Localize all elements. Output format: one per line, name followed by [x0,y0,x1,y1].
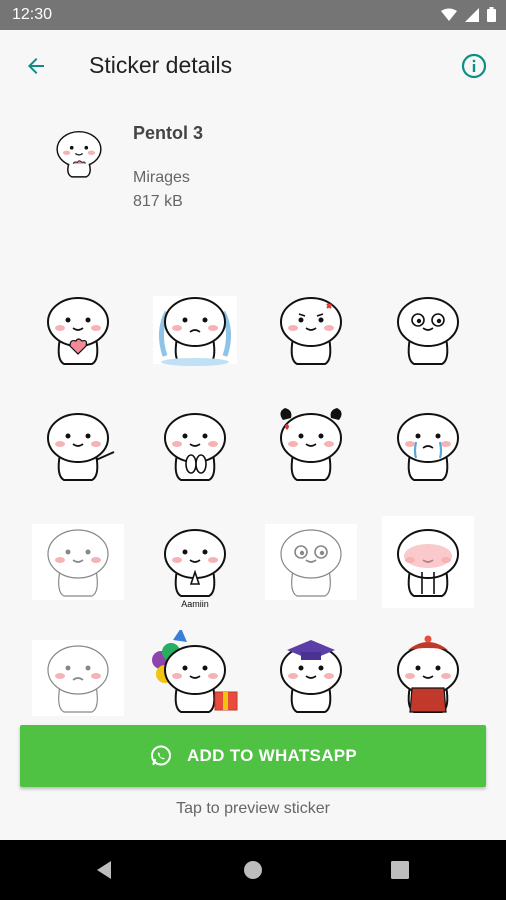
nav-recents-icon [391,861,409,879]
sticker-heart-hug [47,297,110,365]
sticker-crying-fountain [152,296,237,366]
sticker-blushing-big [381,516,474,608]
sticker-chinese-new-year [396,635,459,713]
pack-tray-icon [56,130,102,178]
info-button[interactable] [456,48,492,84]
page-title: Sticker details [89,52,233,78]
sticker-cell[interactable] [20,623,137,733]
sticker-angry-vein [280,297,343,365]
sticker-pigtails-heart [280,408,343,481]
sticker-graduation [280,640,343,713]
sticker-cell[interactable] [370,391,487,501]
sticker-cell[interactable] [20,507,137,617]
nav-home-icon [244,861,262,879]
sticker-cell[interactable] [370,507,487,617]
sticker-cell[interactable] [253,275,370,385]
signal-icon [465,7,479,22]
add-to-whatsapp-button[interactable]: ADD TO WHATSAPP [20,725,486,787]
nav-home-button[interactable] [239,856,267,884]
sticker-shocked [396,297,459,365]
nav-recents-button[interactable] [386,856,414,884]
sticker-cell[interactable] [20,391,137,501]
sticker-grid: Aamiin [20,275,486,733]
sticker-caption: Aamiin [181,599,209,609]
app-bar: Sticker details [0,30,506,104]
sticker-birthday-balloons [151,630,238,713]
status-bar: 12:30 [0,0,506,30]
sticker-crying-tears [396,413,459,481]
sticker-cell[interactable] [253,507,370,617]
navigation-bar [0,840,506,900]
sticker-cell[interactable] [137,275,254,385]
sticker-clapping [163,413,226,481]
sticker-sketch-sitting [32,524,125,600]
sticker-pointing [47,413,115,481]
sticker-cell[interactable] [253,623,370,733]
sticker-cell[interactable] [137,391,254,501]
battery-icon [487,7,496,22]
sticker-cell[interactable] [370,623,487,733]
pack-name: Pentol 3 [133,123,204,143]
nav-back-icon [97,861,111,879]
sticker-cell[interactable] [20,275,137,385]
sticker-praying: Aamiin [163,529,226,609]
info-icon [461,53,487,79]
sticker-sketch-sad [32,640,125,716]
status-icons [441,7,496,22]
whatsapp-icon [150,745,171,766]
sticker-cell[interactable]: Aamiin [137,507,254,617]
sticker-cell[interactable] [370,275,487,385]
arrow-back-icon [28,58,44,74]
wifi-icon [441,8,457,21]
sticker-cell[interactable] [253,391,370,501]
pack-publisher: Mirages [133,169,190,186]
back-button[interactable] [18,48,54,84]
status-time: 12:30 [12,6,53,23]
sticker-sketch-wide-eyes [265,524,358,600]
nav-back-button[interactable] [90,856,118,884]
add-to-whatsapp-label: ADD TO WHATSAPP [186,746,358,765]
sticker-cell[interactable] [137,623,254,733]
preview-hint: Tap to preview sticker [176,800,330,817]
pack-size: 817 kB [133,193,183,210]
